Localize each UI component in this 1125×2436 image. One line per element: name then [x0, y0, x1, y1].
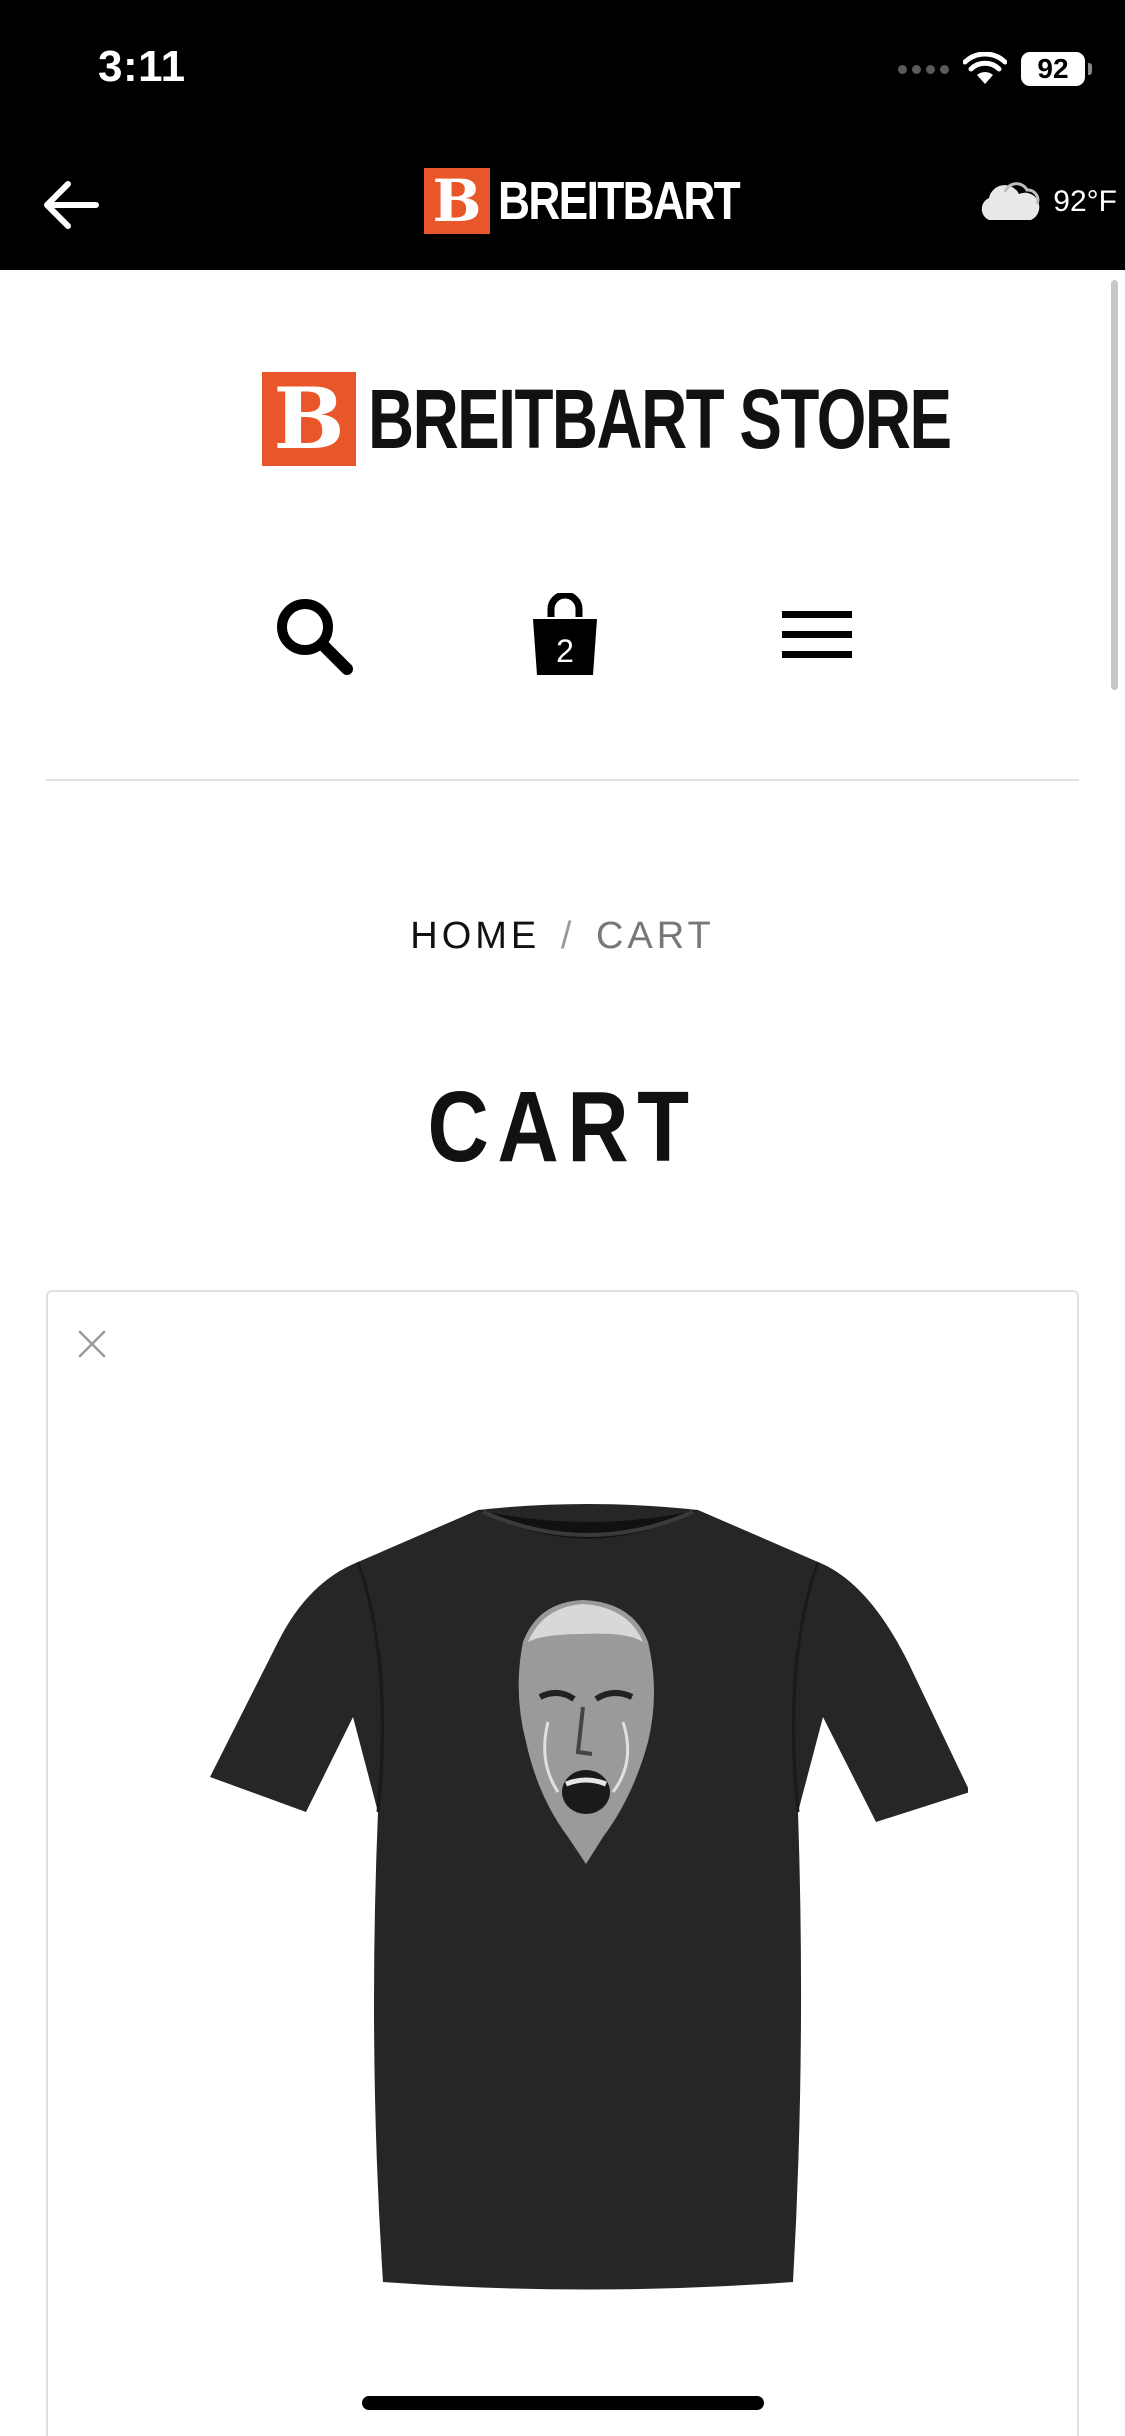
battery-indicator: 92 [1021, 52, 1092, 86]
screen: 3:11 92 B BREITBART 92°F B BREITBART STO… [0, 0, 1125, 2436]
brand-logo-mark: B [424, 168, 490, 234]
breadcrumb-home-link[interactable]: HOME [410, 915, 540, 957]
menu-button[interactable] [772, 590, 862, 680]
breadcrumb-current: CART [595, 915, 715, 957]
store-name: BREITBART STORE [368, 371, 952, 466]
cart-item-card [46, 1290, 1079, 2436]
store-logo[interactable]: B BREITBART STORE [262, 372, 1125, 466]
brand-name: BREITBART [498, 171, 741, 231]
brand-logo[interactable]: B BREITBART [424, 168, 792, 234]
remove-item-button[interactable] [72, 1324, 112, 1364]
store-toolbar: 2 [0, 590, 1125, 680]
menu-icon [782, 611, 852, 658]
cart-button[interactable]: 2 [520, 590, 610, 680]
back-button[interactable] [36, 170, 106, 240]
cloud-icon [982, 182, 1040, 220]
close-icon [78, 1330, 106, 1358]
home-indicator[interactable] [362, 2396, 764, 2410]
page-title: CART [427, 1071, 698, 1183]
app-nav-bar: B BREITBART 92°F [0, 140, 1125, 270]
weather-widget[interactable]: 92°F [975, 180, 1117, 224]
status-bar: 3:11 92 [0, 0, 1125, 140]
header-divider [46, 779, 1079, 781]
product-image[interactable] [208, 1492, 968, 2292]
weather-temperature: 92°F [1053, 185, 1117, 218]
cellular-signal-icon [898, 64, 949, 74]
store-logo-mark: B [262, 372, 356, 466]
status-time: 3:11 [98, 42, 186, 91]
search-icon [277, 599, 353, 675]
cart-count-badge: 2 [556, 633, 574, 669]
breadcrumb-separator: / [560, 915, 576, 957]
status-indicators: 92 [898, 48, 1092, 90]
back-arrow-icon [44, 181, 99, 229]
wifi-icon [963, 52, 1007, 84]
search-button[interactable] [268, 590, 358, 680]
breadcrumb: HOME / CART [0, 915, 1125, 958]
